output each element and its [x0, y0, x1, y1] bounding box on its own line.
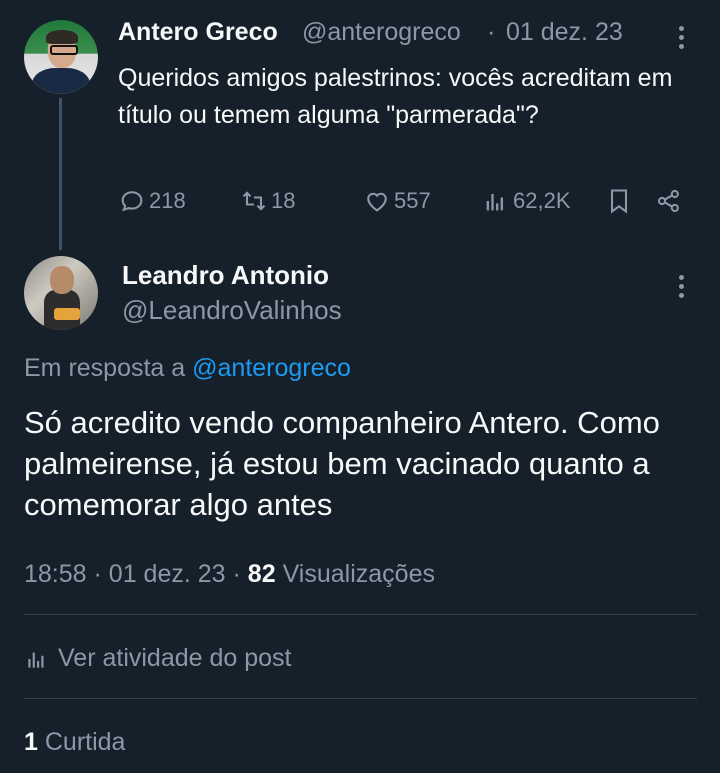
reply-post-text: Só acredito vendo companheiro Antero. Co…: [24, 405, 660, 522]
views-icon: [486, 194, 503, 211]
parent-date[interactable]: 01 dez. 23: [506, 18, 623, 47]
post-metadata: 18:58 · 01 dez. 23 · 82 Visualizações: [24, 560, 435, 589]
parent-author-name[interactable]: Antero Greco: [118, 18, 278, 47]
likes-label: Curtida: [44, 728, 126, 756]
likes-summary[interactable]: 1 Curtida: [24, 728, 125, 757]
reply-context: Em resposta a @anterogreco: [24, 354, 351, 383]
views-label: Visualizações: [282, 560, 435, 588]
meta-separator: ·: [232, 560, 241, 588]
reply-button[interactable]: 218: [118, 186, 186, 216]
repost-button[interactable]: 18: [240, 186, 295, 216]
meta-separator: ·: [93, 560, 102, 588]
parent-post-text: Queridos amigos palestrinos: vocês acred…: [118, 64, 673, 129]
reply-more-icon[interactable]: [679, 275, 685, 301]
activity-icon: [28, 652, 44, 668]
avatar-antero-greco[interactable]: [24, 20, 98, 94]
reply-count: 218: [149, 188, 186, 213]
reply-author-handle[interactable]: @LeandroValinhos: [122, 295, 342, 326]
reply-mention-link[interactable]: @anterogreco: [192, 354, 351, 382]
post-time[interactable]: 18:58: [24, 560, 87, 588]
share-icon: [657, 189, 679, 213]
views-button[interactable]: 62,2K: [482, 186, 571, 216]
parent-author-handle[interactable]: @anterogreco: [302, 18, 461, 47]
parent-more-icon[interactable]: [679, 26, 685, 52]
reply-author-name[interactable]: Leandro Antonio: [122, 260, 329, 291]
post-activity-link[interactable]: Ver atividade do post: [24, 644, 292, 673]
reply-icon: [121, 191, 143, 212]
views-count-bold: 82: [247, 560, 276, 588]
repost-count: 18: [271, 188, 296, 213]
parent-separator: ·: [487, 18, 496, 46]
avatar-leandro-antonio[interactable]: [24, 256, 98, 330]
likes-count: 1: [24, 728, 38, 756]
activity-label: Ver atividade do post: [58, 644, 292, 672]
like-count: 557: [394, 188, 431, 213]
reply-prefix: Em resposta a: [24, 354, 186, 382]
repost-icon: [242, 191, 266, 211]
like-icon: [367, 192, 387, 212]
thread-connector-line: [59, 98, 62, 250]
bookmark-button[interactable]: [605, 186, 633, 216]
views-count: 62,2K: [513, 188, 571, 213]
divider: [24, 614, 697, 615]
share-button[interactable]: [655, 186, 683, 216]
like-button[interactable]: 557: [363, 186, 431, 216]
divider: [24, 698, 697, 699]
bookmark-icon: [610, 189, 628, 214]
post-date[interactable]: 01 dez. 23: [109, 560, 226, 588]
